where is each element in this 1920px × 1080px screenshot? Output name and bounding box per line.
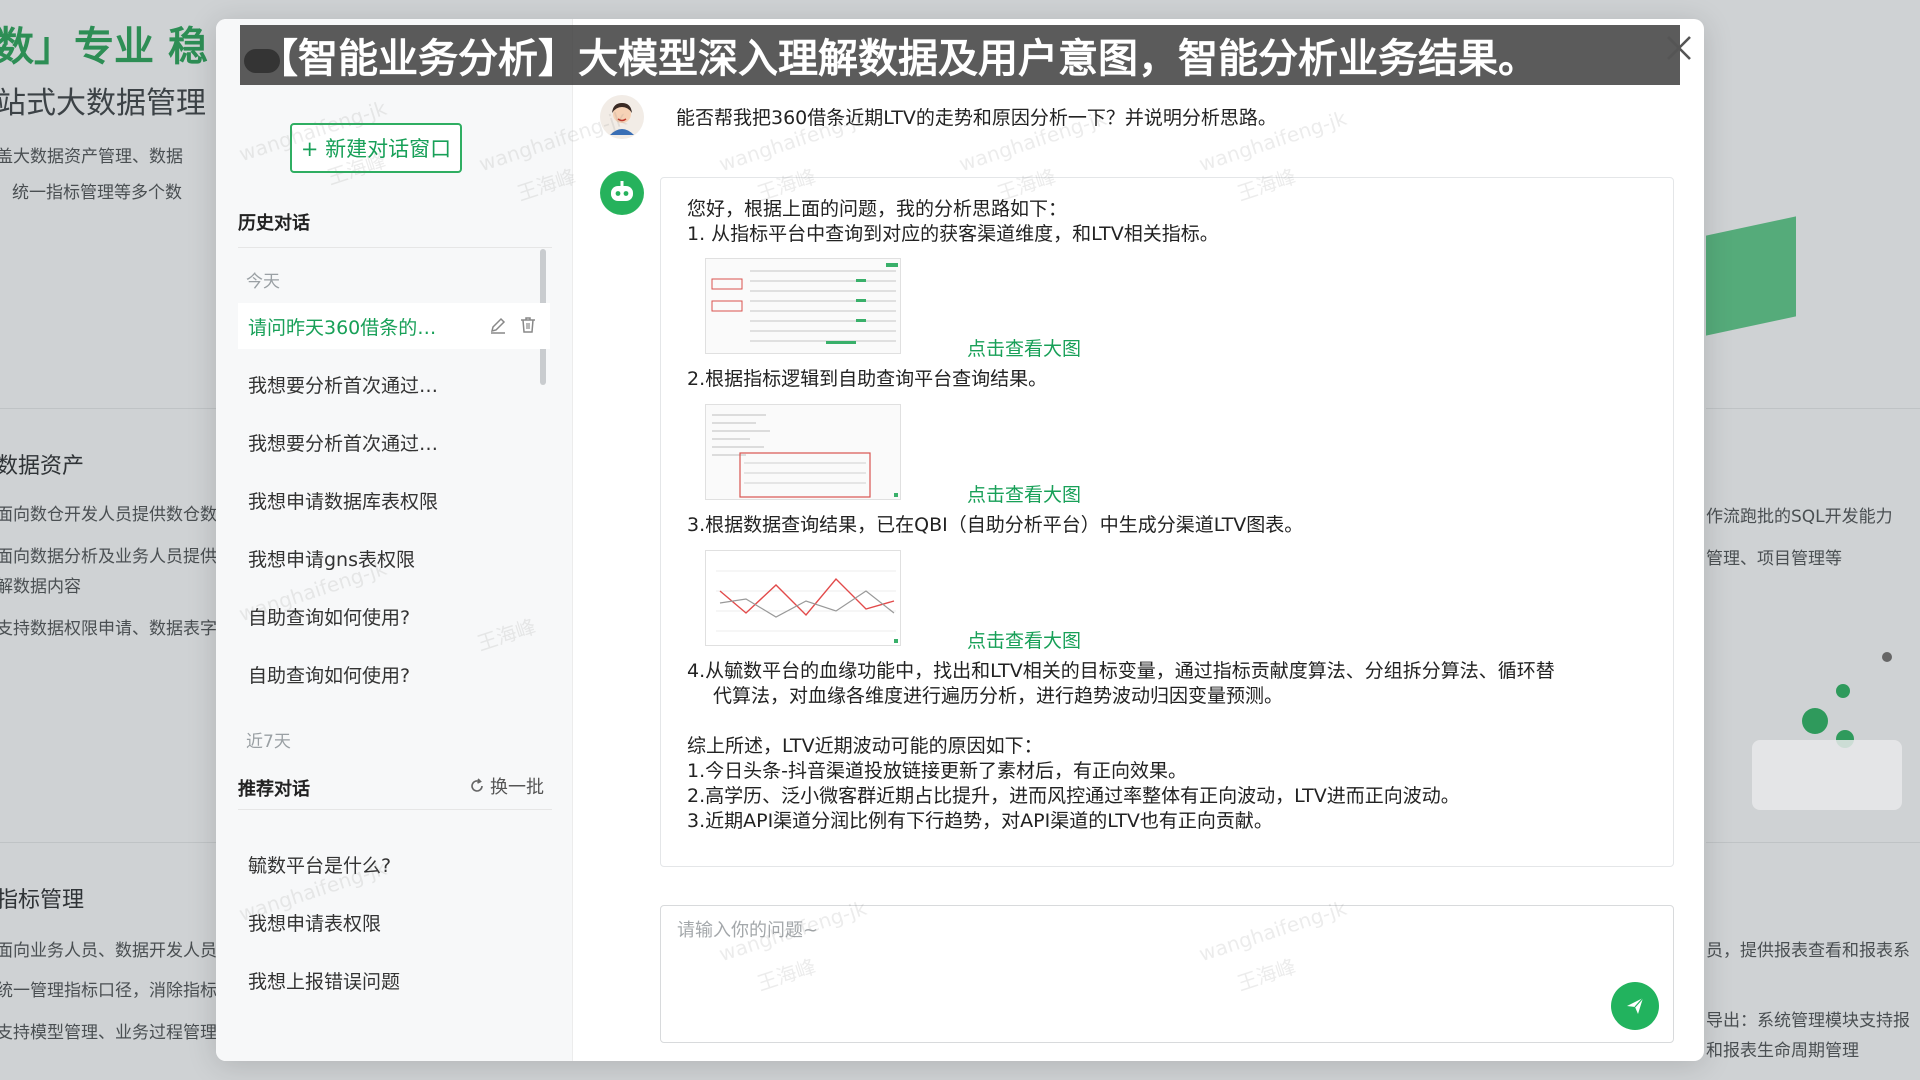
bg-illustration [1706,216,1796,336]
background-left-panel: 数」专业 稳 站式大数据管理 盖大数据资产管理、数据 统一指标管理等多个数 数据… [0,0,216,1080]
question-input-box[interactable] [660,905,1674,1043]
bg-desc: 支持模型管理、业务过程管理 [0,1023,216,1043]
bg-section-title: 数据资产 [0,454,85,479]
close-icon[interactable] [1662,31,1696,69]
history-item[interactable]: 我想要分析首次通过… [238,361,550,407]
user-avatar [600,95,644,139]
bg-desc: 统一指标管理等多个数 [12,183,182,203]
ai-assistant-modal: + 新建对话窗口 历史对话 今天 请问昨天360借条的… 我想要分析首次通过… … [216,19,1704,1061]
recommend-item[interactable]: 我想上报错误问题 [238,957,550,1003]
assistant-answer: 您好，根据上面的问题，我的分析思路如下： 1. 从指标平台中查询到对应的获客渠道… [660,177,1674,867]
bg-desc: 支持数据权限申请、数据表字 [0,619,216,639]
edit-icon[interactable] [488,315,508,340]
bg-headline: 数」专业 稳 [0,24,208,70]
answer-step-3: 3.根据数据查询结果，已在QBI（自助分析平台）中生成分渠道LTV图表。 [687,514,1304,536]
history-item[interactable]: 我想申请数据库表权限 [238,477,550,523]
chart-thumbnail[interactable] [705,550,901,646]
refresh-label: 换一批 [490,777,544,798]
history-item[interactable]: 我想申请gns表权限 [238,535,550,581]
bg-desc: 和报表生命周期管理 [1706,1041,1859,1061]
history-item[interactable]: 请问昨天360借条的… [238,303,550,349]
answer-intro: 您好，根据上面的问题，我的分析思路如下： [687,198,1068,220]
history-item[interactable]: 自助查询如何使用? [238,593,550,639]
answer-reason-3: 3.近期API渠道分润比例有下行趋势，对API渠道的LTV也有正向贡献。 [687,810,1273,832]
background-right-panel: 作流跑批的SQL开发能力 管理、项目管理等 员，提供报表查看和报表系 导出：系统… [1706,0,1920,1080]
bg-illustration-base [1752,740,1902,810]
answer-step-2: 2.根据指标逻辑到自助查询平台查询结果。 [687,368,1048,390]
user-question: 能否帮我把360借条近期LTV的走势和原因分析一下？并说明分析思路。 [676,107,1277,129]
recommend-title: 推荐对话 [238,779,310,800]
recommend-item[interactable]: 毓数平台是什么? [238,841,550,887]
bg-desc: 解数据内容 [0,577,81,597]
bg-desc: 作流跑批的SQL开发能力 [1706,507,1893,527]
question-input[interactable] [675,914,1579,978]
answer-reason-2: 2.高学历、泛小微客群近期占比提升，进而风控通过率整体有正向波动，LTV进而正向… [687,785,1460,807]
bg-desc: 统一管理指标口径，消除指标 [0,981,216,1001]
chat-sidebar: + 新建对话窗口 历史对话 今天 请问昨天360借条的… 我想要分析首次通过… … [216,19,573,1061]
history-item-label: 请问昨天360借条的… [248,316,437,339]
bg-section-title: 指标管理 [0,888,85,913]
bg-desc: 面向数仓开发人员提供数仓数 [0,505,216,525]
new-chat-button[interactable]: + 新建对话窗口 [290,123,462,173]
bg-subheadline: 站式大数据管理 [0,86,206,121]
bg-desc: 管理、项目管理等 [1706,549,1842,569]
screenshot-thumbnail[interactable] [705,258,901,354]
refresh-button[interactable]: 换一批 [468,773,544,799]
screenshot-thumbnail[interactable] [705,404,901,500]
delete-icon[interactable] [518,315,538,340]
recommend-item[interactable]: 我想申请表权限 [238,899,550,945]
group-label-today: 今天 [246,272,280,292]
bg-desc: 导出：系统管理模块支持报 [1706,1011,1910,1031]
answer-reason-1: 1.今日头条-抖音渠道投放链接更新了素材后，有正向效果。 [687,760,1187,782]
answer-step-4-cont: 代算法，对血缘各维度进行遍历分析，进行趋势波动归因变量预测。 [713,685,1284,707]
view-large-link[interactable]: 点击查看大图 [967,334,1081,361]
refresh-icon [471,778,483,792]
title-banner: 【智能业务分析】大模型深入理解数据及用户意图，智能分析业务结果。 [240,25,1680,85]
bg-desc: 面向业务人员、数据开发人员 [0,941,216,961]
history-title: 历史对话 [238,213,310,234]
answer-step-1: 1. 从指标平台中查询到对应的获客渠道维度，和LTV相关指标。 [687,223,1219,245]
answer-summary: 综上所述，LTV近期波动可能的原因如下： [687,735,1043,757]
view-large-link[interactable]: 点击查看大图 [967,626,1081,653]
send-icon [1627,997,1644,1014]
bg-desc: 盖大数据资产管理、数据 [0,147,183,167]
send-button[interactable] [1611,982,1659,1030]
bg-desc: 面向数据分析及业务人员提供 [0,547,216,567]
bg-desc: 员，提供报表查看和报表系 [1706,941,1910,961]
bot-avatar [600,171,644,215]
history-item[interactable]: 自助查询如何使用? [238,651,550,697]
view-large-link[interactable]: 点击查看大图 [967,480,1081,507]
group-label-7days: 近7天 [246,732,291,752]
history-item[interactable]: 我想要分析首次通过… [238,419,550,465]
answer-step-4: 4.从毓数平台的血缘功能中，找出和LTV相关的目标变量，通过指标贡献度算法、分组… [687,660,1555,682]
